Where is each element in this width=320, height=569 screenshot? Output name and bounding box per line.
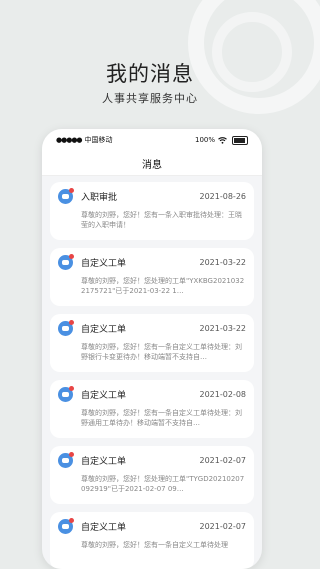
message-card[interactable]: 自定义工单 2021-03-22 尊敬的刘野，您好！您处理的工单"YXKBG20… (50, 248, 254, 306)
message-body: 尊敬的刘野，您好！您有一条入职审批待处理：王晓莹的入职申请！ (81, 211, 242, 229)
message-body: 尊敬的刘野，您好！您处理的工单"TYGD20210207092919"已于202… (81, 475, 245, 493)
message-date: 2021-02-07 (199, 455, 247, 465)
message-body: 尊敬的刘野，您好！您有一条自定义工单待处理：刘野通用工单待办！移动端暂不支持自… (81, 409, 242, 427)
message-icon (58, 319, 74, 336)
message-body: 尊敬的刘野，您好！您有一条自定义工单待处理：刘野银行卡变更待办！移动端暂不支持自… (81, 343, 242, 361)
message-title: 自定义工单 (81, 522, 127, 533)
message-date: 2021-02-07 (199, 521, 247, 531)
message-date: 2021-02-08 (199, 389, 247, 399)
message-date: 2021-03-22 (199, 257, 247, 267)
message-title: 入职审批 (81, 192, 118, 203)
message-date: 2021-08-26 (199, 191, 247, 201)
battery-icon (232, 135, 248, 145)
message-title: 自定义工单 (81, 324, 127, 335)
message-body: 尊敬的刘野，您好！您处理的工单"YXKBG20210322175721"已于20… (81, 277, 245, 295)
message-card[interactable]: 入职审批 2021-08-26 尊敬的刘野，您好！您有一条入职审批待处理：王晓莹… (50, 182, 254, 240)
message-icon (58, 253, 74, 270)
message-icon (58, 385, 74, 402)
carrier-name: 中国移动 (84, 136, 113, 144)
nav-bar: 消息 (42, 151, 262, 176)
message-body: 尊敬的刘野，您好！您有一条自定义工单待处理 (81, 541, 228, 549)
phone-mockup: ●●●●● 中国移动 100% 消息 入职审批 2021-08-26 尊敬的刘野… (42, 129, 262, 569)
message-title: 自定义工单 (81, 456, 127, 467)
hero-subtitle: 人事共享服务中心 (102, 92, 198, 105)
message-card[interactable]: 自定义工单 2021-02-08 尊敬的刘野，您好！您有一条自定义工单待处理：刘… (50, 380, 254, 438)
message-title: 自定义工单 (81, 390, 127, 401)
page-title: 消息 (142, 159, 162, 171)
message-card[interactable]: 自定义工单 2021-02-07 尊敬的刘野，您好！您处理的工单"TYGD202… (50, 446, 254, 504)
message-icon (58, 451, 74, 468)
message-icon (58, 517, 74, 534)
message-card[interactable]: 自定义工单 2021-03-22 尊敬的刘野，您好！您有一条自定义工单待处理：刘… (50, 314, 254, 372)
message-list: 入职审批 2021-08-26 尊敬的刘野，您好！您有一条入职审批待处理：王晓莹… (42, 176, 262, 569)
message-card[interactable]: 自定义工单 2021-02-07 尊敬的刘野，您好！您有一条自定义工单待处理 (50, 512, 254, 569)
message-title: 自定义工单 (81, 258, 127, 269)
battery-percentage: 100% (194, 136, 215, 144)
hero-title: 我的消息 (106, 62, 194, 86)
message-icon (58, 187, 74, 204)
wifi-icon (218, 136, 227, 144)
signal-strength-icon: ●●●●● (56, 136, 83, 144)
message-date: 2021-03-22 (199, 323, 247, 333)
status-bar: ●●●●● 中国移动 100% (42, 129, 262, 151)
